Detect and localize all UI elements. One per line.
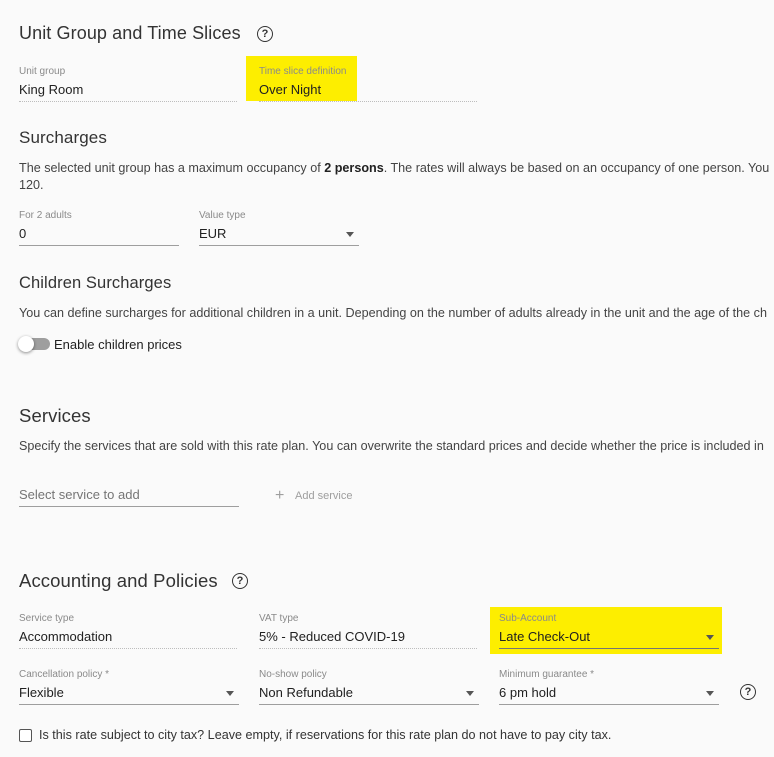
sub-account-underline xyxy=(499,648,719,649)
vat-type-underline xyxy=(259,648,477,649)
service-type-underline xyxy=(19,648,237,649)
vat-type-label: VAT type xyxy=(259,613,299,624)
value-type-label: Value type xyxy=(199,210,246,221)
section-title-surcharges: Surcharges xyxy=(19,128,107,147)
section-title-unit-group: Unit Group and Time Slices xyxy=(19,23,241,43)
cancellation-policy-underline xyxy=(19,704,239,705)
surcharges-description-line2: 120. xyxy=(19,178,44,192)
section-title-services: Services xyxy=(19,405,91,426)
service-select-input[interactable]: Select service to add xyxy=(19,487,140,502)
city-tax-label: Is this rate subject to city tax? Leave … xyxy=(39,728,612,742)
vat-type-value: 5% - Reduced COVID-19 xyxy=(259,629,405,644)
sub-account-select[interactable]: Late Check-Out xyxy=(499,629,590,644)
surcharges-description: The selected unit group has a maximum oc… xyxy=(19,161,770,175)
add-service-button[interactable]: Add service xyxy=(295,490,352,502)
unit-group-label: Unit group xyxy=(19,66,66,77)
help-circle-icon[interactable]: ? xyxy=(257,26,273,42)
children-prices-toggle-label: Enable children prices xyxy=(54,337,182,352)
chevron-down-icon[interactable] xyxy=(706,635,714,640)
no-show-policy-underline xyxy=(259,704,479,705)
unit-group-value: King Room xyxy=(19,82,84,97)
service-type-label: Service type xyxy=(19,613,75,624)
minimum-guarantee-underline xyxy=(499,704,719,705)
service-type-value: Accommodation xyxy=(19,629,113,644)
chevron-down-icon[interactable] xyxy=(706,691,714,696)
for-adults-label: For 2 adults xyxy=(19,210,72,221)
city-tax-checkbox[interactable] xyxy=(19,729,32,742)
cancellation-policy-select[interactable]: Flexible xyxy=(19,685,64,700)
chevron-down-icon[interactable] xyxy=(226,691,234,696)
value-type-underline xyxy=(199,245,359,246)
toggle-knob[interactable] xyxy=(18,336,34,352)
time-slice-label: Time slice definition xyxy=(259,66,347,77)
section-title-children-surcharges: Children Surcharges xyxy=(19,274,172,292)
unit-group-underline xyxy=(19,101,237,102)
cancellation-policy-label: Cancellation policy * xyxy=(19,669,110,680)
sub-account-label: Sub-Account xyxy=(499,613,557,624)
help-circle-icon[interactable]: ? xyxy=(232,573,248,589)
no-show-policy-select[interactable]: Non Refundable xyxy=(259,685,353,700)
no-show-policy-label: No-show policy xyxy=(259,669,327,680)
chevron-down-icon[interactable] xyxy=(346,232,354,237)
plus-icon[interactable]: + xyxy=(275,488,284,504)
time-slice-underline xyxy=(259,101,477,102)
service-select-underline xyxy=(19,506,239,507)
value-type-select[interactable]: EUR xyxy=(199,226,226,241)
for-adults-underline xyxy=(19,245,179,246)
section-title-accounting: Accounting and Policies xyxy=(19,570,218,591)
for-adults-input[interactable]: 0 xyxy=(19,226,26,241)
help-circle-icon[interactable]: ? xyxy=(740,684,756,700)
services-description: Specify the services that are sold with … xyxy=(19,439,764,453)
minimum-guarantee-label: Minimum guarantee * xyxy=(499,669,595,680)
children-surcharges-description: You can define surcharges for additional… xyxy=(19,306,767,320)
minimum-guarantee-select[interactable]: 6 pm hold xyxy=(499,685,556,700)
chevron-down-icon[interactable] xyxy=(466,691,474,696)
time-slice-value: Over Night xyxy=(259,82,322,97)
